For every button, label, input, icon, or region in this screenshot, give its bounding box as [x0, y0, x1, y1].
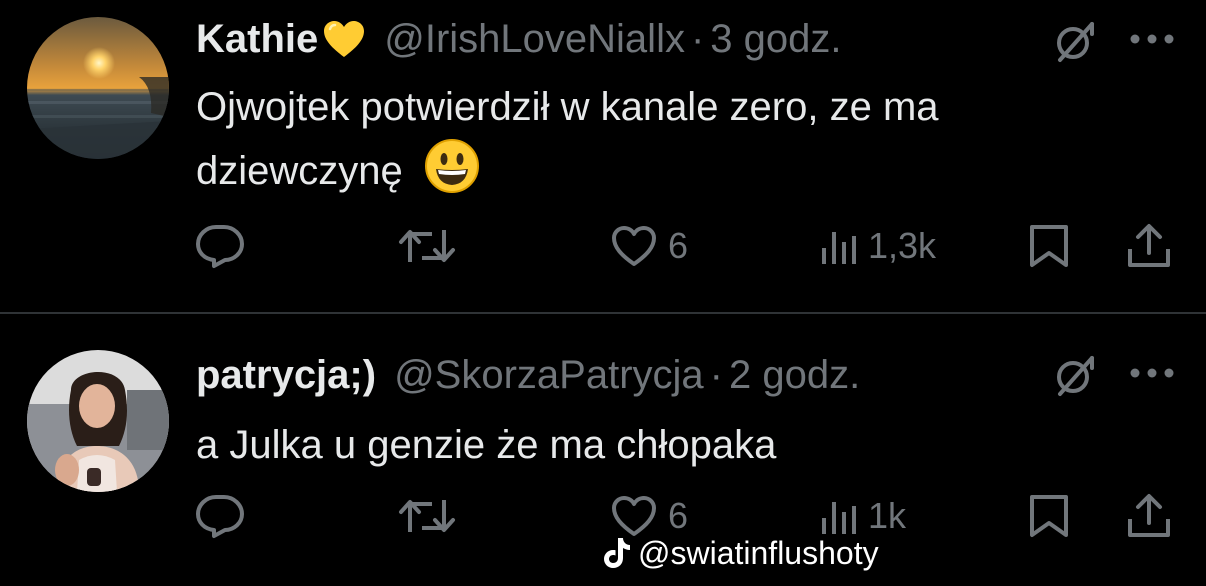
tweet-text-content: a Julka u genzie że ma chłopaka: [196, 423, 777, 467]
tiktok-watermark: @swiatinflushoty: [602, 530, 879, 576]
views-button[interactable]: 1,3k: [818, 222, 936, 270]
tweet[interactable]: Kathie @IrishLoveNiallx · 3 godz. Ojwojt…: [0, 0, 1206, 312]
reply-button[interactable]: [194, 222, 246, 270]
views-count: 1,3k: [868, 225, 937, 266]
avatar-portrait-image: [27, 350, 169, 492]
retweet-icon: [399, 230, 455, 262]
display-name[interactable]: Kathie: [196, 17, 318, 62]
share-icon: [1128, 494, 1170, 537]
retweet-icon: [399, 500, 455, 532]
reply-icon: [196, 225, 244, 268]
tiktok-icon: [604, 538, 630, 568]
reply-button[interactable]: [194, 492, 246, 540]
tweet-header: Kathie @IrishLoveNiallx · 3 godz.: [196, 14, 842, 64]
avatar-sunset-image: [27, 17, 169, 159]
bookmark-icon: [1030, 225, 1068, 267]
timestamp[interactable]: 2 godz.: [729, 353, 860, 398]
avatar[interactable]: [27, 350, 169, 492]
display-name[interactable]: patrycja;): [196, 353, 376, 398]
share-button[interactable]: [1126, 222, 1172, 270]
tweet-text-content: Ojwojtek potwierdził w kanale zero, ze m…: [196, 85, 939, 193]
retweet-button[interactable]: [398, 222, 456, 270]
views-icon: [822, 232, 856, 264]
bookmark-icon: [1030, 495, 1068, 537]
like-button[interactable]: 6: [610, 222, 688, 270]
grok-icon[interactable]: [1052, 352, 1098, 398]
tweet-header: patrycja;) @SkorzaPatrycja · 2 godz.: [196, 350, 860, 400]
grok-icon[interactable]: [1052, 18, 1098, 64]
avatar[interactable]: [27, 17, 169, 159]
user-handle[interactable]: @SkorzaPatrycja: [394, 353, 704, 398]
separator-dot: ·: [709, 352, 723, 397]
user-handle[interactable]: @IrishLoveNiallx: [384, 17, 685, 62]
heart-icon: [612, 226, 656, 266]
watermark-text: @swiatinflushoty: [638, 534, 879, 571]
yellow-heart-emoji: [324, 21, 365, 57]
timestamp[interactable]: 3 godz.: [710, 17, 841, 62]
tweet-text: Ojwojtek potwierdził w kanale zero, ze m…: [196, 76, 1136, 202]
bookmark-button[interactable]: [1028, 222, 1070, 270]
share-button[interactable]: [1126, 492, 1172, 540]
like-count: 6: [668, 225, 689, 266]
retweet-button[interactable]: [398, 492, 456, 540]
grinning-face-emoji: [424, 139, 479, 193]
more-icon[interactable]: [1128, 32, 1176, 46]
reply-icon: [196, 495, 244, 538]
separator-dot: ·: [690, 16, 705, 61]
bookmark-button[interactable]: [1028, 492, 1070, 540]
share-icon: [1128, 224, 1170, 267]
more-icon[interactable]: [1128, 366, 1176, 380]
tweet-text: a Julka u genzie że ma chłopaka: [196, 414, 1136, 476]
